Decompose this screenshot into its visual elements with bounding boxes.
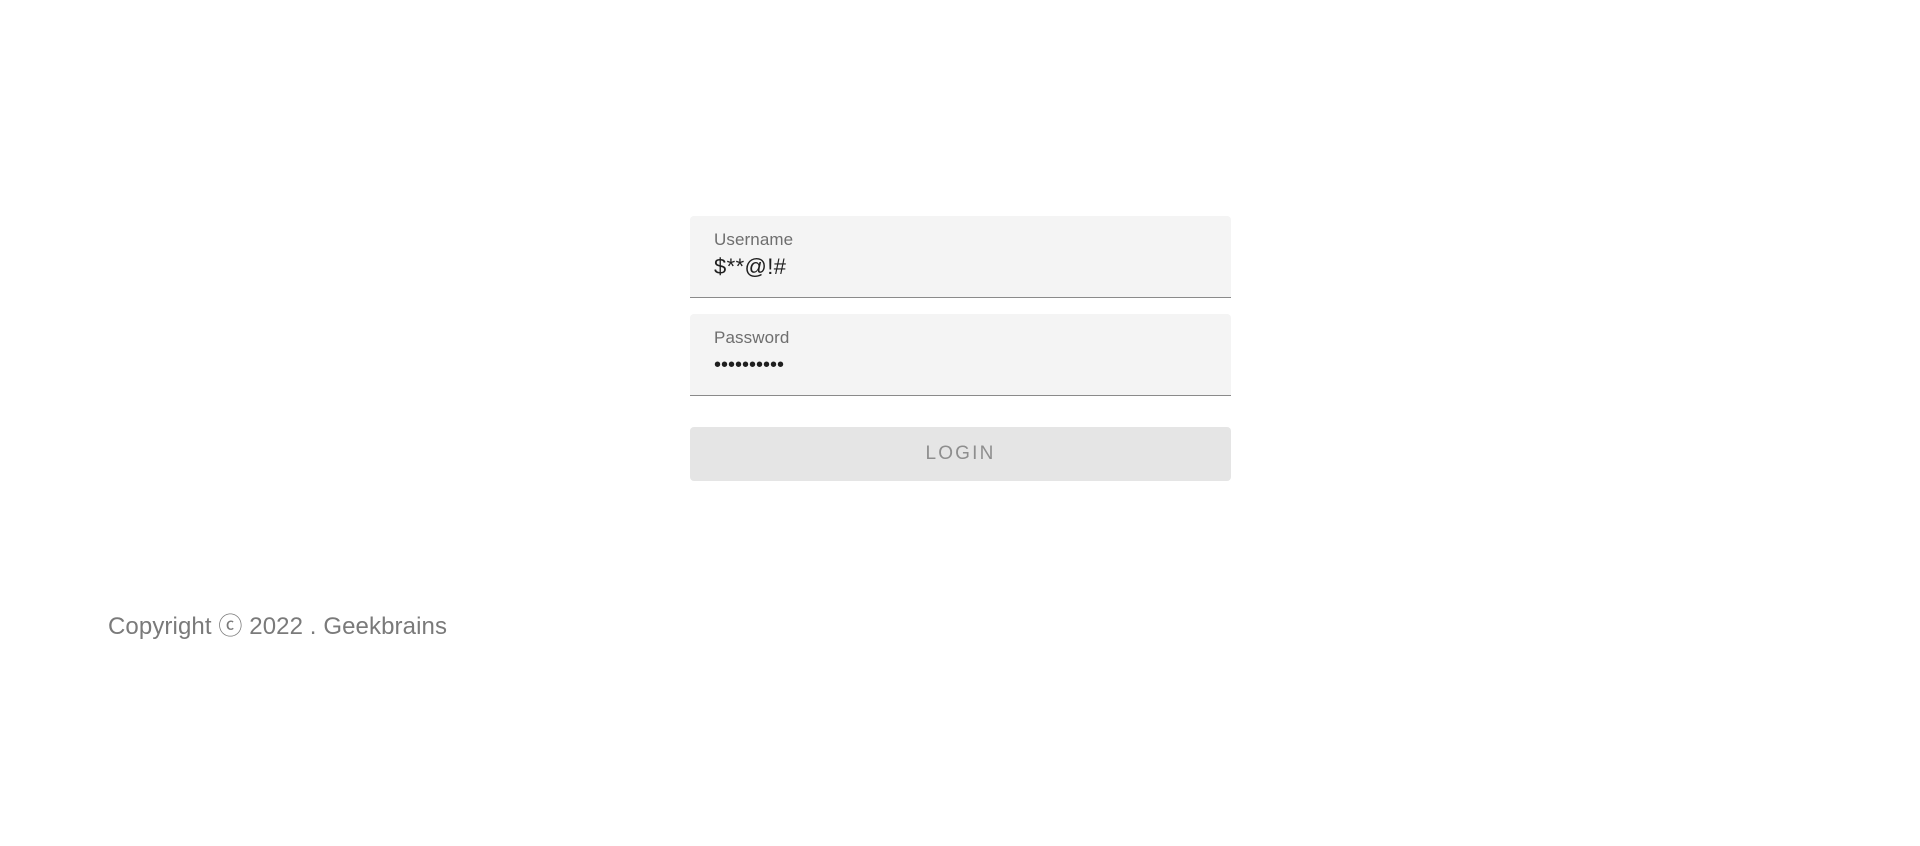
password-field[interactable]: Password — [690, 314, 1231, 396]
password-label: Password — [714, 328, 790, 347]
login-page: Username Password LOGIN Copyright ⓒ 2022… — [0, 0, 1920, 846]
username-label: Username — [714, 230, 794, 249]
login-button[interactable]: LOGIN — [690, 427, 1231, 481]
copyright-footer: Copyright ⓒ 2022 . Geekbrains — [108, 613, 448, 640]
username-input[interactable] — [714, 254, 1204, 280]
login-form: Username Password LOGIN — [690, 216, 1231, 481]
password-input[interactable] — [714, 354, 1204, 377]
username-field[interactable]: Username — [690, 216, 1231, 298]
